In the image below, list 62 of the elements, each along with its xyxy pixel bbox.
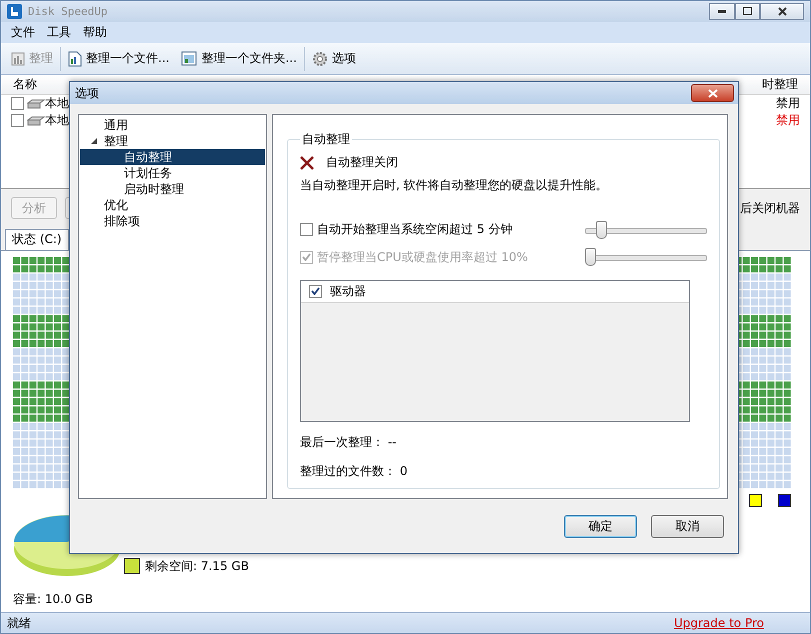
column-header: 驱动器 [330, 282, 366, 300]
settings-icon [312, 50, 328, 67]
maximize-button[interactable] [735, 2, 760, 20]
capacity-label: 容量: 10.0 GB [13, 590, 94, 608]
menu-item[interactable]: 文件 [5, 24, 41, 41]
drive-name: 本地 [45, 95, 69, 112]
description: 当自动整理开启时, 软件将自动整理您的硬盘以提升性能。 [300, 177, 609, 194]
tree-item[interactable]: 排除项 [80, 213, 265, 229]
drive-name: 本地 [45, 112, 69, 130]
tree-item[interactable]: 计划任务 [80, 165, 265, 181]
column-header[interactable]: 名称 [13, 76, 37, 94]
hard-drive-icon [27, 116, 45, 126]
shutdown-option: 后关闭机器 [740, 200, 800, 217]
tree-item[interactable]: 整理 [80, 133, 265, 149]
slider[interactable] [585, 220, 707, 240]
menu-item[interactable]: 工具 [41, 24, 77, 41]
checkbox[interactable] [11, 97, 24, 110]
app-icon [7, 4, 22, 19]
bar-chart-icon [11, 52, 25, 66]
checkbox[interactable] [300, 223, 313, 236]
state-text: 自动整理关闭 [326, 154, 398, 172]
status-text: 禁用 [776, 112, 800, 130]
option-label: 自动开始整理当系统空闲超过 5 分钟 [317, 221, 512, 238]
checkmark-icon [311, 287, 320, 296]
dialog-button[interactable]: 取消 [651, 514, 724, 538]
tree-item[interactable]: 自动整理 [80, 149, 265, 165]
dialog-title: 选项 [75, 84, 99, 102]
option-label: 暂停整理当CPU或硬盘使用率超过 10% [317, 248, 528, 266]
minimize-icon [718, 10, 726, 13]
close-button[interactable] [760, 2, 804, 20]
maximize-icon [743, 7, 752, 16]
slider[interactable] [585, 247, 707, 268]
status-text: 就绪 [7, 614, 31, 632]
status-text: 禁用 [776, 95, 800, 112]
info-text: 整理过的文件数： 0 [300, 463, 408, 480]
dialog-button[interactable]: 确定 [564, 514, 637, 538]
tree-item[interactable]: 启动时整理 [80, 181, 265, 197]
expand-arrow-icon[interactable] [91, 138, 97, 144]
upgrade-link[interactable]: Upgrade to Pro [674, 616, 764, 630]
tree-item[interactable]: 通用 [80, 117, 265, 133]
minimize-button[interactable] [709, 2, 735, 20]
group-title: 自动整理 [301, 131, 351, 148]
menu-item[interactable]: 帮助 [77, 24, 113, 41]
info-text: 最后一次整理： -- [300, 434, 396, 451]
hard-drive-icon [27, 98, 45, 109]
image-icon [181, 51, 198, 66]
toolbar-button[interactable]: 整理一个文件... [62, 46, 176, 72]
tree-item[interactable]: 优化 [80, 197, 265, 213]
window-title: Disk SpeedUp [28, 4, 108, 18]
document-icon [68, 50, 82, 67]
close-icon [708, 88, 718, 98]
toolbar-button[interactable]: 整理一个文件夹... [175, 46, 303, 72]
close-button[interactable] [691, 84, 734, 102]
free-space-label: 剩余空间: 7.15 GB [145, 558, 249, 575]
tab[interactable]: 状态 (C:) [5, 228, 69, 250]
checkbox[interactable] [309, 284, 322, 298]
checkbox[interactable] [11, 114, 24, 128]
checkmark-icon [302, 253, 311, 262]
toolbar-button[interactable]: 选项 [306, 46, 362, 72]
slider-thumb[interactable] [596, 220, 608, 239]
column-header[interactable]: 时整理 [762, 76, 798, 94]
close-icon [778, 6, 786, 16]
